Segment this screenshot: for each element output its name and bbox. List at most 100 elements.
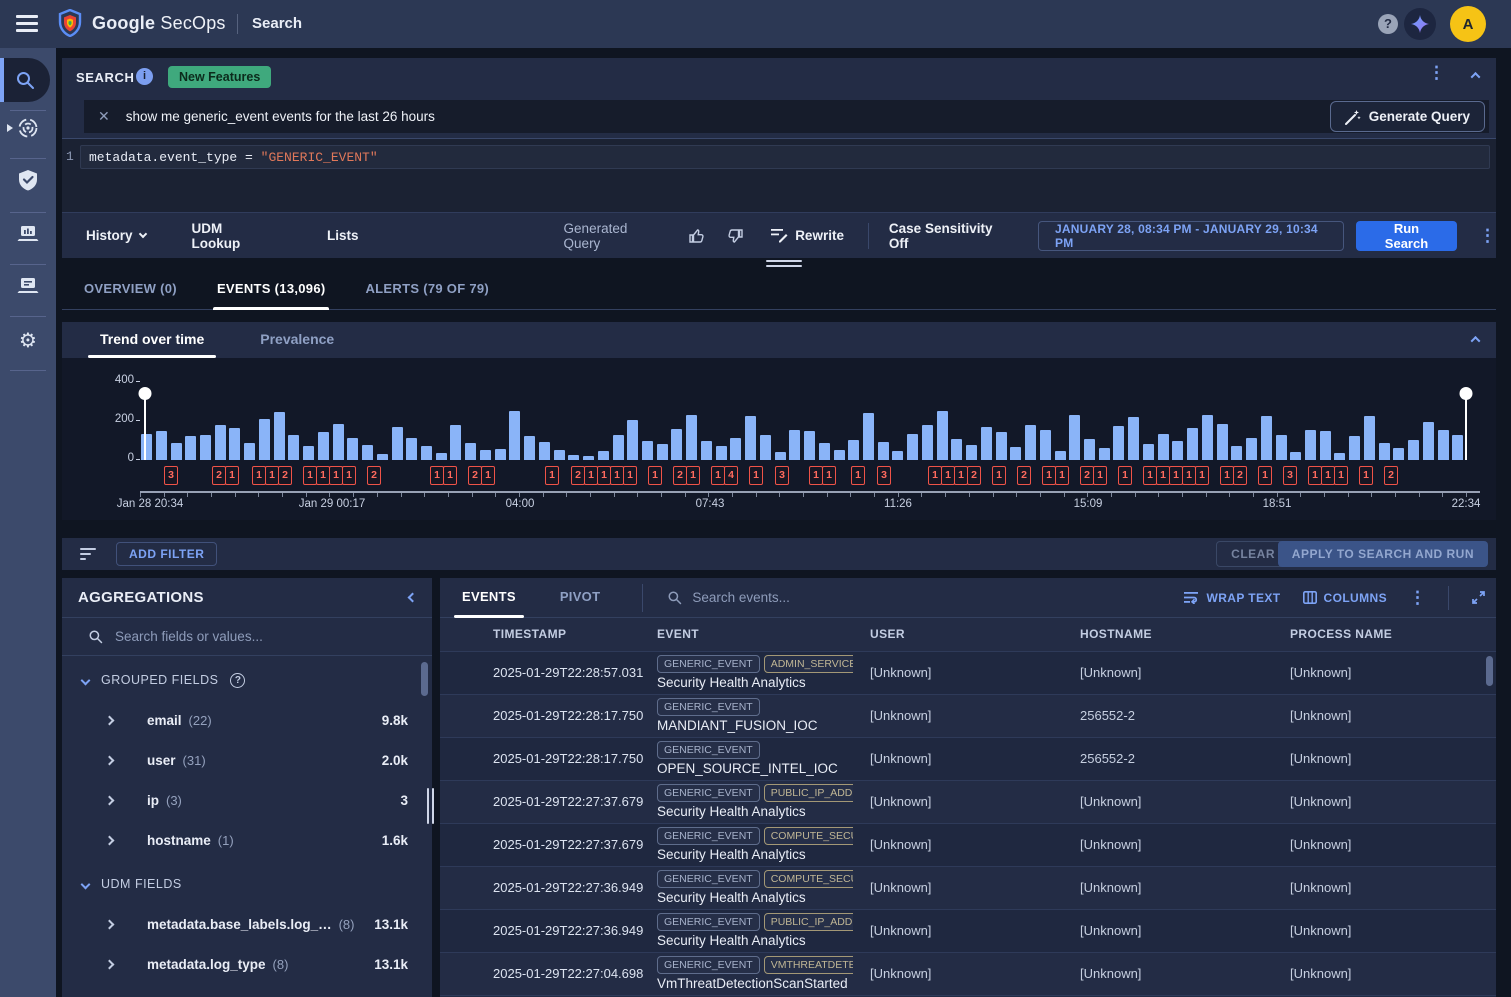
alert-count-badge[interactable]: 1: [342, 466, 356, 485]
date-range-button[interactable]: JANUARY 28, 08:34 PM - JANUARY 29, 10:34…: [1038, 221, 1344, 251]
tab-trend-over-time[interactable]: Trend over time: [100, 322, 204, 358]
new-features-badge[interactable]: New Features: [168, 66, 271, 88]
trend-bar[interactable]: [1143, 444, 1154, 460]
alert-count-badge[interactable]: 2: [367, 466, 381, 485]
alert-count-badge[interactable]: 1: [1308, 466, 1322, 485]
trend-bar[interactable]: [1305, 430, 1316, 460]
alert-count-badge[interactable]: 1: [1182, 466, 1196, 485]
trend-bar[interactable]: [1231, 446, 1242, 460]
trend-bar[interactable]: [1276, 435, 1287, 460]
trend-bar[interactable]: [1408, 440, 1419, 460]
column-header[interactable]: USER: [870, 627, 905, 641]
alert-count-badge[interactable]: 2: [1017, 466, 1031, 485]
tab-prevalence[interactable]: Prevalence: [260, 322, 334, 358]
alert-count-badge[interactable]: 2: [673, 466, 687, 485]
trend-bar[interactable]: [892, 451, 903, 460]
trend-bar[interactable]: [156, 431, 167, 460]
trend-bar[interactable]: [1202, 415, 1213, 460]
trend-bar[interactable]: [362, 445, 373, 460]
alert-count-badge[interactable]: 1: [1055, 466, 1069, 485]
aggregation-field-row[interactable]: ip(3)3: [62, 780, 432, 820]
table-row[interactable]: 2025-01-29T22:28:57.031GENERIC_EVENTADMI…: [440, 652, 1496, 695]
alert-count-badge[interactable]: 1: [1334, 466, 1348, 485]
table-row[interactable]: 2025-01-29T22:27:04.698GENERIC_EVENTVMTH…: [440, 953, 1496, 996]
case-sensitivity-toggle[interactable]: Case Sensitivity Off: [889, 221, 1010, 251]
run-search-button[interactable]: Run Search: [1356, 221, 1457, 251]
alert-count-badge[interactable]: 1: [1143, 466, 1157, 485]
sidebar-item-reports[interactable]: [0, 266, 56, 306]
collapse-aggregations-icon[interactable]: [408, 593, 418, 603]
aggregation-field-row[interactable]: user(31)2.0k: [62, 740, 432, 780]
trend-bar[interactable]: [966, 445, 977, 460]
trend-bar[interactable]: [613, 435, 624, 460]
trend-bar[interactable]: [701, 441, 712, 460]
trend-bar[interactable]: [775, 452, 786, 460]
trend-bar[interactable]: [1379, 443, 1390, 460]
trend-bar[interactable]: [450, 425, 461, 460]
collapse-chart-icon[interactable]: [1471, 336, 1481, 346]
tab-overview[interactable]: OVERVIEW (0): [84, 268, 177, 310]
trend-bar[interactable]: [804, 431, 815, 460]
trend-bar[interactable]: [436, 453, 447, 460]
trend-bar[interactable]: [937, 411, 948, 461]
columns-button[interactable]: COLUMNS: [1303, 591, 1387, 605]
alert-count-badge[interactable]: 1: [1093, 466, 1107, 485]
alert-count-badge[interactable]: 1: [711, 466, 725, 485]
alert-count-badge[interactable]: 3: [877, 466, 891, 485]
trend-bar[interactable]: [1423, 422, 1434, 460]
trend-bar[interactable]: [627, 420, 638, 460]
aggregations-search-input[interactable]: [115, 629, 365, 644]
help-icon[interactable]: ?: [1378, 14, 1398, 34]
trend-bar[interactable]: [1010, 447, 1021, 460]
trend-bar[interactable]: [333, 424, 344, 460]
trend-bar[interactable]: [524, 436, 535, 460]
alert-count-badge[interactable]: 1: [941, 466, 955, 485]
trend-bar[interactable]: [171, 443, 182, 460]
alert-count-badge[interactable]: 1: [303, 466, 317, 485]
collapse-panel-icon[interactable]: [1471, 72, 1481, 82]
trend-bar[interactable]: [347, 438, 358, 460]
alert-count-badge[interactable]: 1: [316, 466, 330, 485]
trend-bar[interactable]: [1025, 425, 1036, 461]
thumbs-up-icon[interactable]: [689, 228, 705, 244]
events-menu-icon[interactable]: ⋮: [1409, 593, 1426, 603]
alert-count-badge[interactable]: 1: [584, 466, 598, 485]
trend-bar[interactable]: [274, 412, 285, 460]
panel-splitter[interactable]: [427, 788, 434, 824]
gemini-sparkle-icon[interactable]: [1404, 8, 1436, 40]
clear-query-icon[interactable]: ✕: [98, 108, 110, 125]
trend-bar[interactable]: [244, 443, 255, 460]
aggregation-section-header[interactable]: GROUPED FIELDS?: [62, 660, 432, 700]
aggregation-field-row[interactable]: hostname(1)1.6k: [62, 820, 432, 860]
info-icon[interactable]: i: [136, 68, 153, 85]
trend-bar[interactable]: [1217, 424, 1228, 460]
alert-count-badge[interactable]: 1: [610, 466, 624, 485]
column-header[interactable]: PROCESS NAME: [1290, 627, 1392, 641]
events-search[interactable]: [667, 590, 992, 605]
trend-bar[interactable]: [863, 413, 874, 460]
trend-bar[interactable]: [1246, 438, 1257, 460]
avatar[interactable]: A: [1450, 6, 1486, 42]
trend-bar[interactable]: [1128, 417, 1139, 460]
trend-bar[interactable]: [1452, 435, 1463, 460]
column-header[interactable]: EVENT: [657, 627, 699, 641]
trend-bar[interactable]: [568, 455, 579, 460]
trend-bar[interactable]: [141, 434, 152, 460]
sidebar-item-detections[interactable]: [0, 160, 56, 200]
alert-count-badge[interactable]: 1: [1258, 466, 1272, 485]
trend-bar[interactable]: [1290, 452, 1301, 460]
alert-count-badge[interactable]: 2: [1233, 466, 1247, 485]
trend-bar[interactable]: [716, 446, 727, 460]
trend-bar[interactable]: [1349, 436, 1360, 460]
trend-bar[interactable]: [1099, 448, 1110, 460]
alert-count-badge[interactable]: 2: [278, 466, 292, 485]
table-row[interactable]: 2025-01-29T22:27:36.949GENERIC_EVENTPUBL…: [440, 910, 1496, 953]
alert-count-badge[interactable]: 1: [265, 466, 279, 485]
trend-bar[interactable]: [1158, 434, 1169, 461]
trend-bar[interactable]: [848, 440, 859, 460]
alert-count-badge[interactable]: 1: [252, 466, 266, 485]
trend-bar[interactable]: [1320, 431, 1331, 460]
apply-to-search-button[interactable]: APPLY TO SEARCH AND RUN: [1278, 541, 1488, 567]
trend-bar[interactable]: [583, 456, 594, 460]
sidebar-item-settings[interactable]: ⚙: [0, 320, 56, 360]
